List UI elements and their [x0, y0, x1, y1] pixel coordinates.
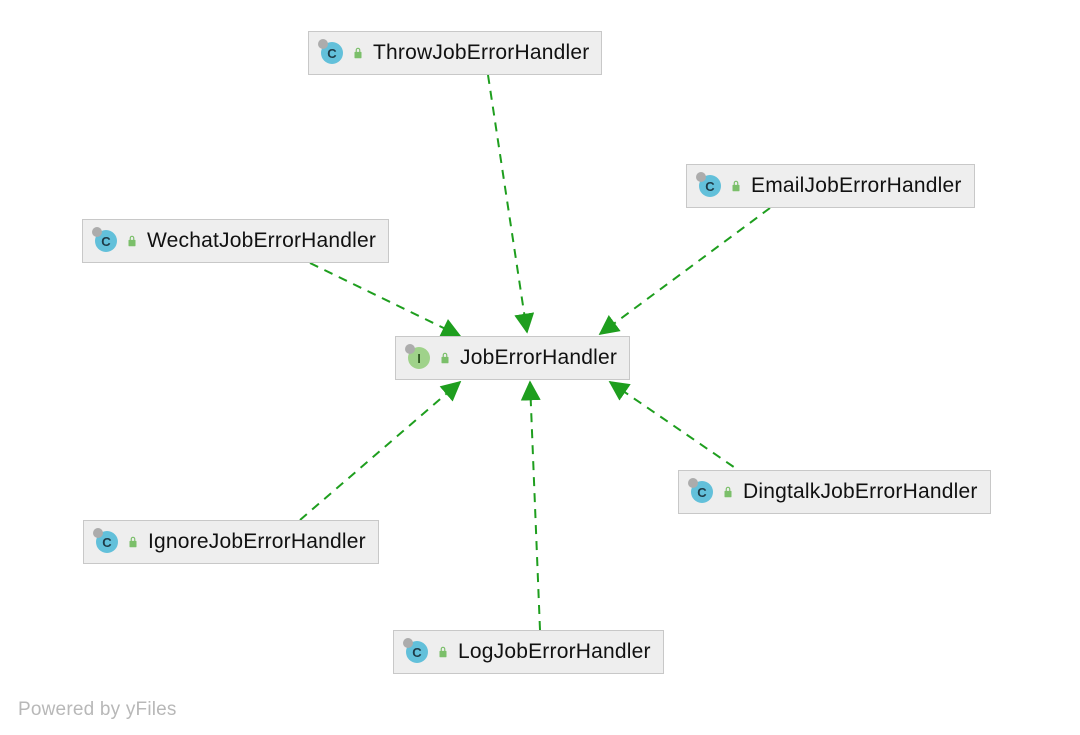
lock-icon	[125, 234, 139, 248]
interface-badge-icon: I	[408, 347, 430, 369]
node-joberrorhandler[interactable]: I JobErrorHandler	[395, 336, 630, 380]
edge-log	[530, 382, 540, 630]
node-label: DingtalkJobErrorHandler	[743, 480, 978, 504]
edge-wechat	[310, 263, 460, 336]
lock-icon	[351, 46, 365, 60]
node-label: LogJobErrorHandler	[458, 640, 651, 664]
class-badge-icon: C	[699, 175, 721, 197]
class-badge-icon: C	[96, 531, 118, 553]
node-emailjoberrorhandler[interactable]: C EmailJobErrorHandler	[686, 164, 975, 208]
node-label: WechatJobErrorHandler	[147, 229, 376, 253]
class-badge-icon: C	[406, 641, 428, 663]
node-dingtalkjoberrorhandler[interactable]: C DingtalkJobErrorHandler	[678, 470, 991, 514]
node-label: IgnoreJobErrorHandler	[148, 530, 366, 554]
diagram-canvas: I JobErrorHandler C ThrowJobErrorHandler…	[0, 0, 1080, 735]
node-throwjoberrorhandler[interactable]: C ThrowJobErrorHandler	[308, 31, 602, 75]
node-ignorejoberrorhandler[interactable]: C IgnoreJobErrorHandler	[83, 520, 379, 564]
lock-icon	[721, 485, 735, 499]
lock-icon	[126, 535, 140, 549]
node-wechatjoberrorhandler[interactable]: C WechatJobErrorHandler	[82, 219, 389, 263]
lock-icon	[729, 179, 743, 193]
lock-icon	[438, 351, 452, 365]
class-badge-icon: C	[95, 230, 117, 252]
node-logjoberrorhandler[interactable]: C LogJobErrorHandler	[393, 630, 664, 674]
node-label: JobErrorHandler	[460, 346, 617, 370]
lock-icon	[436, 645, 450, 659]
edge-ignore	[300, 382, 460, 520]
node-label: ThrowJobErrorHandler	[373, 41, 589, 65]
class-badge-icon: C	[321, 42, 343, 64]
edge-throw	[488, 75, 527, 332]
class-badge-icon: C	[691, 481, 713, 503]
edge-email	[600, 208, 770, 334]
node-label: EmailJobErrorHandler	[751, 174, 962, 198]
